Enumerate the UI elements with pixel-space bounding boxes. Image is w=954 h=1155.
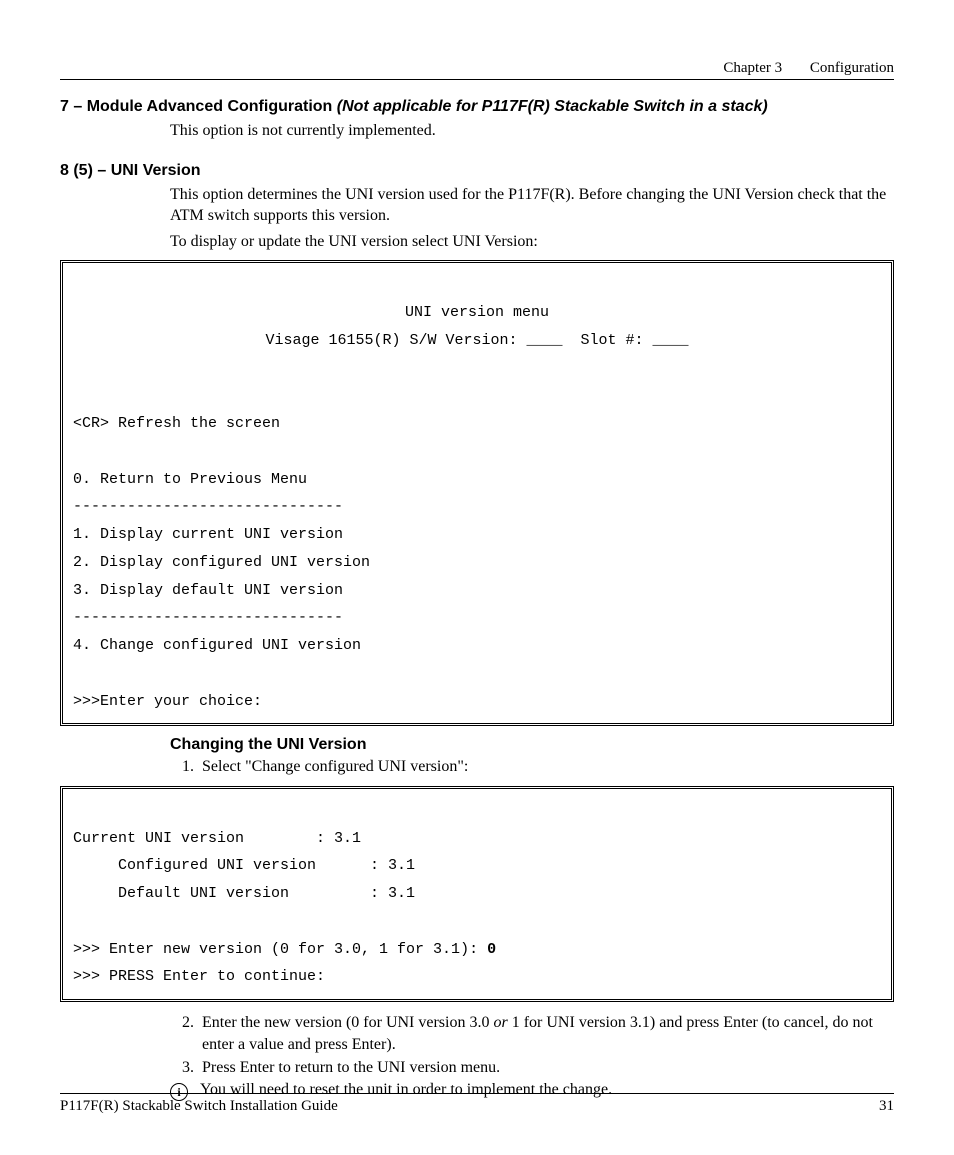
footer-guide-title: P117F(R) Stackable Switch Installation G… <box>60 1098 338 1115</box>
section-7-heading-text: 7 – Module Advanced Configuration <box>60 98 337 115</box>
step-2a: Enter the new version (0 for UNI version… <box>202 1014 493 1031</box>
section-7-heading: 7 – Module Advanced Configuration (Not a… <box>60 98 894 116</box>
term1-title: UNI version menu <box>73 299 881 327</box>
term2-default: Default UNI version : 3.1 <box>73 885 415 902</box>
uni-change-terminal: Current UNI version : 3.1 Configured UNI… <box>60 786 894 1002</box>
term2-enter-value: 0 <box>487 941 496 958</box>
term2-press-enter: >>> PRESS Enter to continue: <box>73 968 325 985</box>
term2-enter-line: >>> Enter new version (0 for 3.0, 1 for … <box>73 941 496 958</box>
page-header: Chapter 3 Configuration <box>60 60 894 80</box>
chapter-label: Chapter 3 <box>723 60 782 76</box>
term1-prompt: >>>Enter your choice: <box>73 693 262 710</box>
term2-enter-prompt: >>> Enter new version (0 for 3.0, 1 for … <box>73 941 487 958</box>
footer-page-number: 31 <box>879 1098 894 1115</box>
term1-opt4: 4. Change configured UNI version <box>73 637 361 654</box>
step-2: Enter the new version (0 for UNI version… <box>198 1012 894 1055</box>
section-8-p1: This option determines the UNI version u… <box>170 184 894 227</box>
page-footer: P117F(R) Stackable Switch Installation G… <box>60 1093 894 1115</box>
uni-menu-terminal: UNI version menuVisage 16155(R) S/W Vers… <box>60 260 894 726</box>
term2-current: Current UNI version : 3.1 <box>73 830 361 847</box>
term1-version-line: Visage 16155(R) S/W Version: ____ Slot #… <box>73 327 881 355</box>
term1-div1: ------------------------------ <box>73 498 343 515</box>
section-7-heading-note: (Not applicable for P117F(R) Stackable S… <box>337 98 768 115</box>
section-7-body: This option is not currently implemented… <box>170 120 894 142</box>
term2-configured: Configured UNI version : 3.1 <box>73 857 415 874</box>
term1-div2: ------------------------------ <box>73 609 343 626</box>
term1-opt0: 0. Return to Previous Menu <box>73 471 307 488</box>
step-2-or: or <box>493 1014 507 1031</box>
step-3: Press Enter to return to the UNI version… <box>198 1057 894 1079</box>
chapter-title: Configuration <box>810 60 894 76</box>
term1-opt3: 3. Display default UNI version <box>73 582 343 599</box>
step-1: Select "Change configured UNI version": <box>198 756 894 778</box>
section-8-heading: 8 (5) – UNI Version <box>60 162 894 180</box>
section-8-p2: To display or update the UNI version sel… <box>170 231 894 253</box>
term1-opt1: 1. Display current UNI version <box>73 526 343 543</box>
term1-opt2: 2. Display configured UNI version <box>73 554 370 571</box>
changing-heading: Changing the UNI Version <box>170 736 894 754</box>
term1-refresh: <CR> Refresh the screen <box>73 415 280 432</box>
